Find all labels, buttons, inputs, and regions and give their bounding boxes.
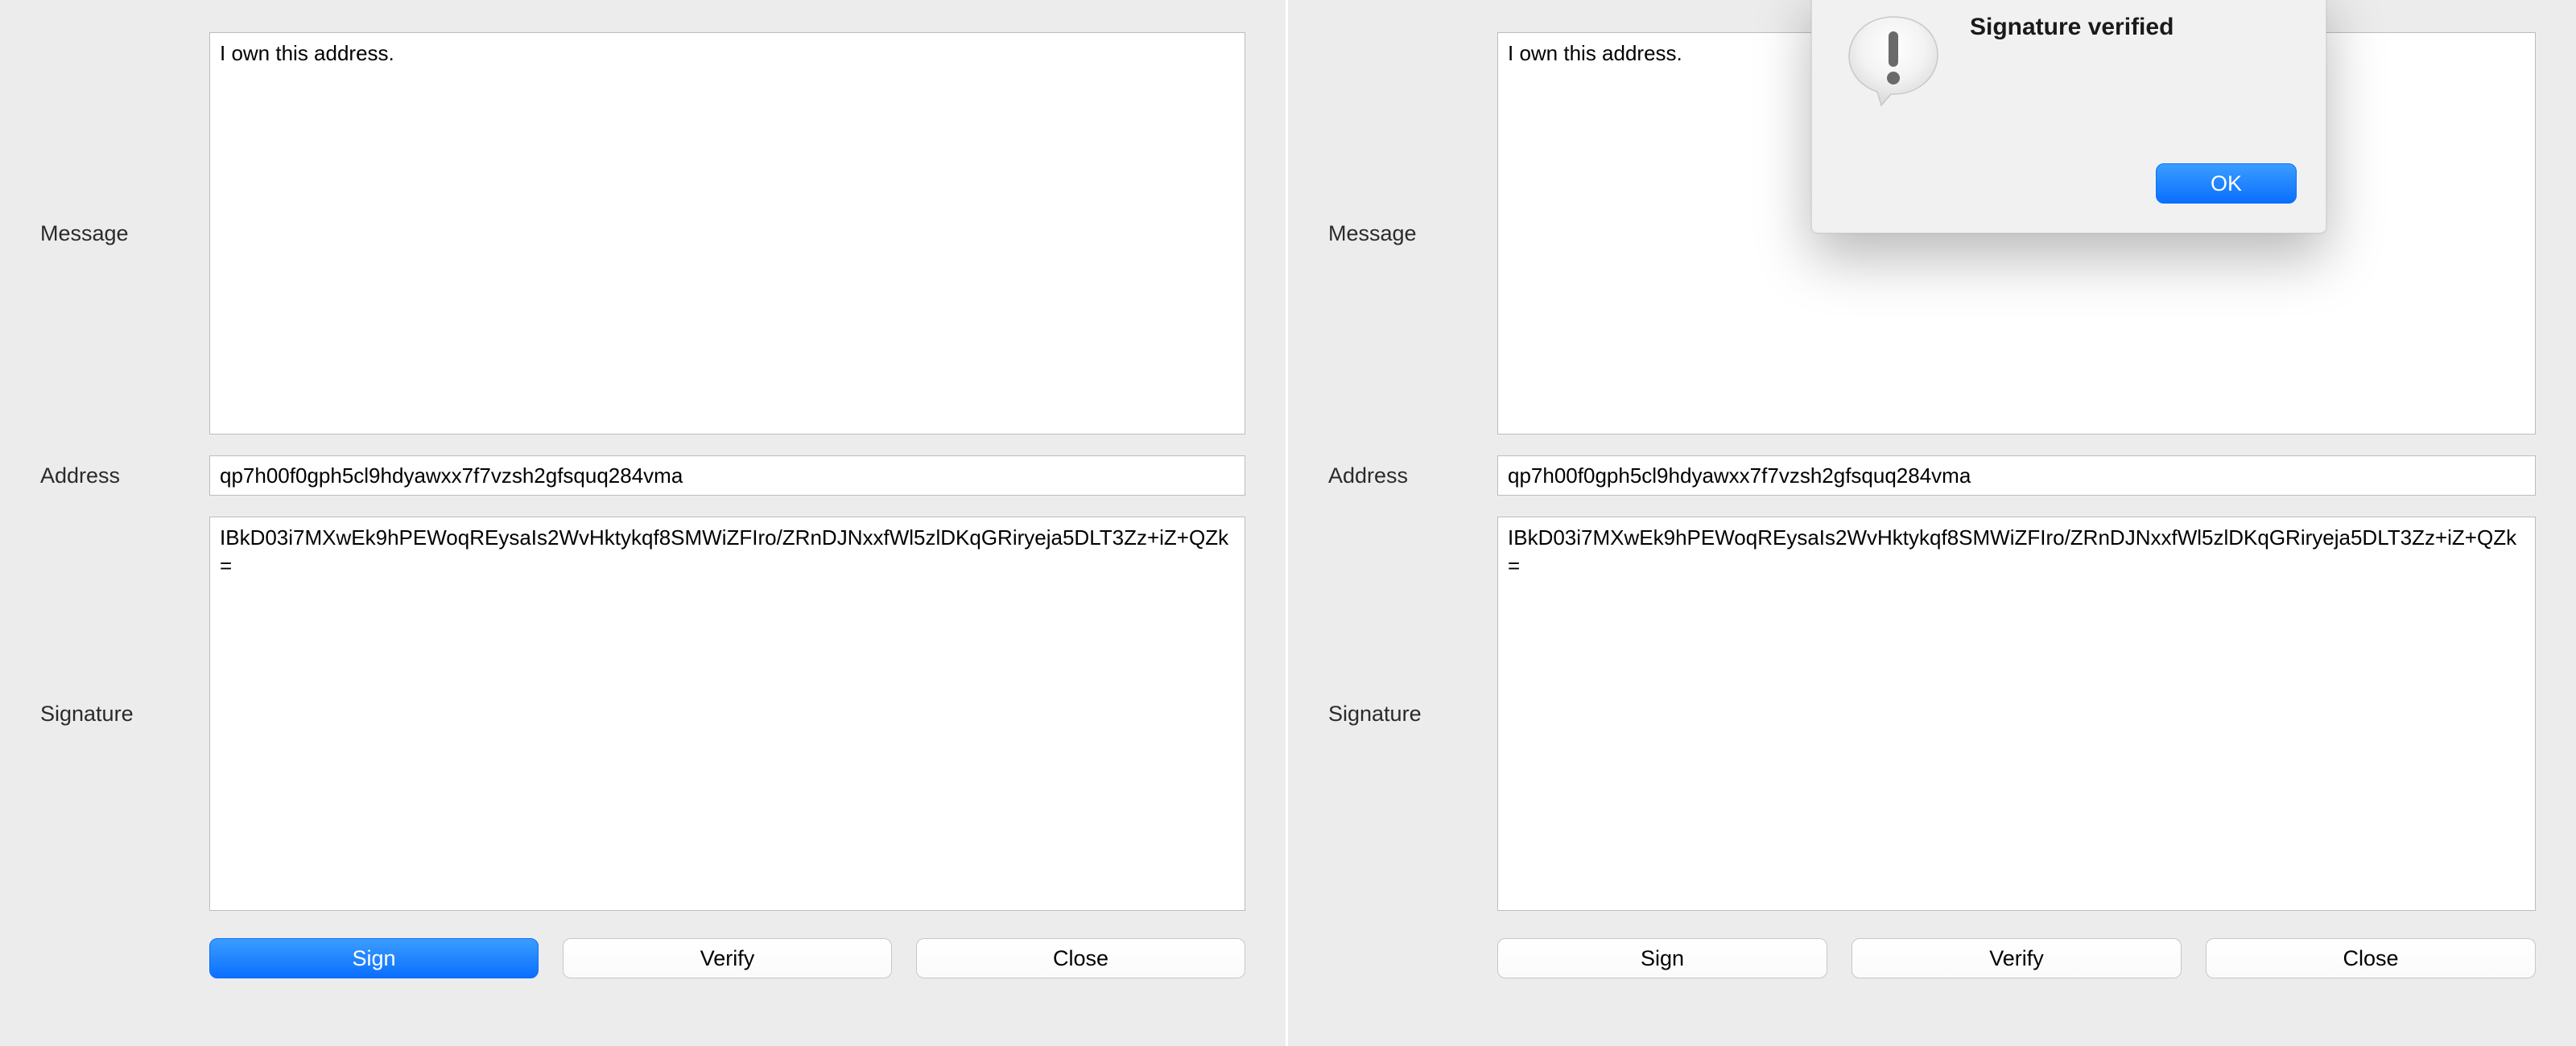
sign-message-window-left: Message Address Signature Sign Verify Cl… [0,0,1288,1046]
ok-button[interactable]: OK [2156,163,2297,204]
button-row: Sign Verify Close [209,938,1245,978]
close-button[interactable]: Close [916,938,1245,978]
signature-textarea[interactable] [1497,517,2536,911]
sign-button[interactable]: Sign [1497,938,1827,978]
sign-button[interactable]: Sign [209,938,539,978]
close-button[interactable]: Close [2206,938,2536,978]
verify-button[interactable]: Verify [563,938,892,978]
address-input[interactable] [209,455,1245,496]
address-label: Address [40,463,193,488]
exclamation-icon [1841,10,1946,115]
address-label: Address [1328,463,1481,488]
address-input[interactable] [1497,455,2536,496]
button-row: Sign Verify Close [1497,938,2536,978]
sign-message-window-right: Message Address Signature Sign Verify Cl… [1288,0,2576,1046]
signature-textarea[interactable] [209,517,1245,911]
alert-title: Signature verified [1970,14,2174,41]
message-label: Message [1328,221,1481,246]
signature-label: Signature [40,702,193,727]
alert-dialog: Signature verified OK [1811,0,2326,233]
signature-label: Signature [1328,702,1481,727]
message-label: Message [40,221,193,246]
message-textarea[interactable] [209,32,1245,434]
verify-button[interactable]: Verify [1852,938,2182,978]
